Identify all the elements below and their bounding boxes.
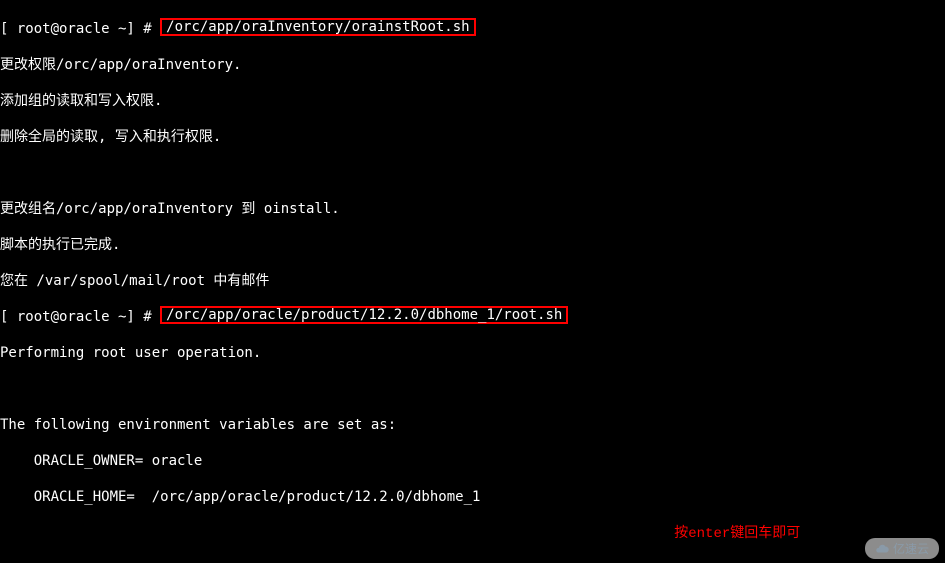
spacer: [0, 525, 657, 541]
line-14: ORACLE_HOME= /orc/app/oracle/product/12.…: [0, 488, 945, 506]
line-05: [0, 164, 945, 182]
annotation-enter: 按enter键回车即可: [657, 526, 800, 542]
highlight-orainstroot: /orc/app/oraInventory/orainstRoot.sh: [160, 18, 475, 36]
line-08: 您在 /var/spool/mail/root 中有邮件: [0, 272, 945, 290]
line-03: 添加组的读取和写入权限.: [0, 92, 945, 110]
line-06: 更改组名/orc/app/oraInventory 到 oinstall.: [0, 200, 945, 218]
line-12: The following environment variables are …: [0, 416, 945, 434]
watermark-badge: 亿速云: [865, 538, 939, 559]
cloud-icon: [875, 542, 889, 556]
highlight-root-sh: /orc/app/oracle/product/12.2.0/dbhome_1/…: [160, 306, 568, 324]
shell-prompt-2: [ root@oracle ~] #: [0, 309, 160, 325]
terminal-output[interactable]: [ root@oracle ~] # /orc/app/oraInventory…: [0, 0, 945, 563]
line-02: 更改权限/orc/app/oraInventory.: [0, 56, 945, 74]
line-10: Performing root user operation.: [0, 344, 945, 362]
line-13: ORACLE_OWNER= oracle: [0, 452, 945, 470]
line-04: 删除全局的读取, 写入和执行权限.: [0, 128, 945, 146]
line-11: [0, 380, 945, 398]
line-annotation-row-1: 按enter键回车即可: [0, 524, 945, 543]
line-prompt-2: [ root@oracle ~] # /orc/app/oracle/produ…: [0, 308, 945, 326]
watermark-text: 亿速云: [893, 540, 929, 557]
shell-prompt-1: [ root@oracle ~] #: [0, 21, 160, 37]
line-prompt-1: [ root@oracle ~] # /orc/app/oraInventory…: [0, 20, 945, 38]
line-07: 脚本的执行已完成.: [0, 236, 945, 254]
